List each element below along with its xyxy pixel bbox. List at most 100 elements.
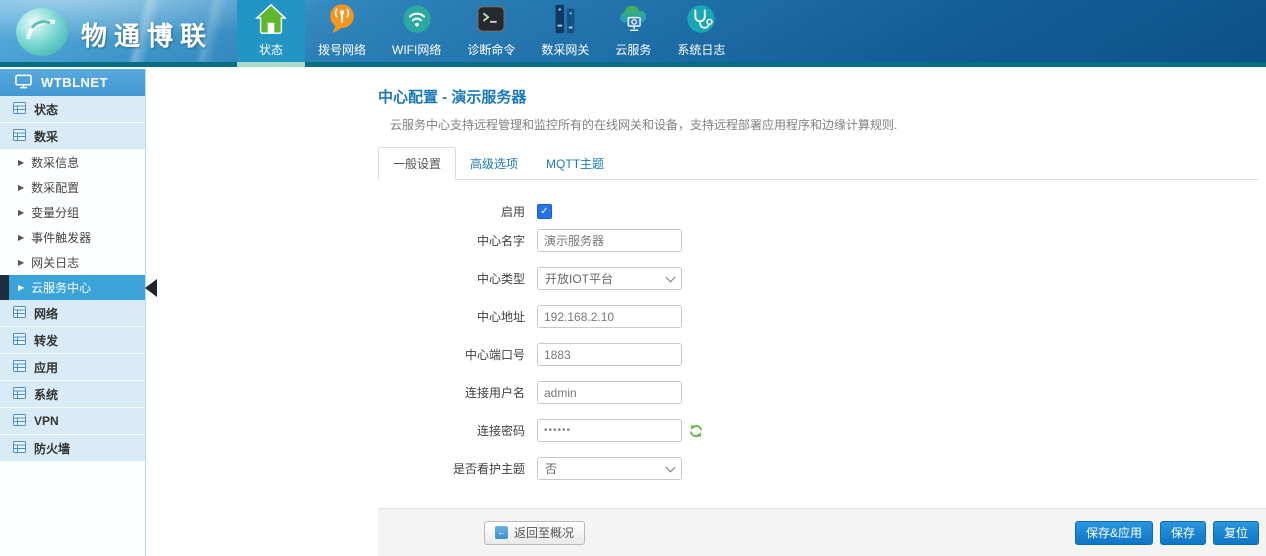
password-input[interactable] bbox=[537, 419, 682, 442]
terminal-icon bbox=[474, 0, 508, 38]
nav-item-status[interactable]: 状态 bbox=[237, 0, 305, 62]
sidebar-subitem-label: 数采配置 bbox=[31, 179, 79, 196]
sidebar-subitem-data-config[interactable]: ▶ 数采配置 bbox=[0, 175, 145, 200]
grid-icon bbox=[13, 360, 26, 375]
selected-pointer-icon bbox=[145, 279, 157, 297]
nav-label: 拨号网络 bbox=[318, 41, 366, 58]
triangle-icon: ▶ bbox=[18, 209, 24, 217]
sidebar-subitem-gateway-log[interactable]: ▶ 网关日志 bbox=[0, 250, 145, 275]
username-input[interactable] bbox=[537, 381, 682, 404]
form-row-center-type: 中心类型 开放IOT平台 bbox=[378, 267, 1266, 290]
nav-item-wifi-network[interactable]: WIFI网络 bbox=[379, 0, 454, 62]
center-port-label: 中心端口号 bbox=[378, 346, 525, 363]
form-row-center-port: 中心端口号 bbox=[378, 343, 1266, 366]
triangle-icon: ▶ bbox=[18, 259, 24, 267]
triangle-icon: ▶ bbox=[18, 234, 24, 242]
grid-icon bbox=[13, 333, 26, 348]
center-port-input[interactable] bbox=[537, 343, 682, 366]
password-label: 连接密码 bbox=[378, 422, 525, 439]
grid-icon bbox=[13, 441, 26, 456]
sidebar-filler bbox=[0, 462, 145, 556]
nav-item-diagnostic-command[interactable]: 诊断命令 bbox=[454, 0, 528, 62]
tab-bar: 一般设置 高级选项 MQTT主题 bbox=[378, 147, 1258, 180]
sidebar-item-label: 状态 bbox=[34, 101, 58, 118]
grid-icon bbox=[13, 387, 26, 402]
sidebar-subitem-label: 事件触发器 bbox=[31, 229, 91, 246]
sidebar-item-label: 数采 bbox=[34, 128, 58, 145]
nav-label: 数采网关 bbox=[541, 41, 589, 58]
stethoscope-icon bbox=[684, 0, 718, 38]
sidebar-title: WTBLNET bbox=[41, 75, 108, 90]
sidebar-item-label: 应用 bbox=[34, 359, 58, 376]
sidebar-subitem-label: 变量分组 bbox=[31, 204, 79, 221]
tab-general-settings[interactable]: 一般设置 bbox=[378, 147, 456, 180]
center-type-value: 开放IOT平台 bbox=[545, 270, 613, 287]
sidebar-item-network[interactable]: 网络 bbox=[0, 300, 145, 327]
sidebar-item-vpn[interactable]: VPN bbox=[0, 408, 145, 435]
back-to-overview-label: 返回至概况 bbox=[514, 524, 574, 541]
nav-item-system-log[interactable]: 系统日志 bbox=[664, 0, 738, 62]
brand-logo-icon bbox=[14, 6, 70, 63]
nav-item-cloud-service[interactable]: 云服务 bbox=[602, 0, 664, 62]
center-name-input[interactable] bbox=[537, 229, 682, 252]
sidebar-item-system[interactable]: 系统 bbox=[0, 381, 145, 408]
form-row-center-name: 中心名字 bbox=[378, 229, 1266, 252]
sidebar-header: WTBLNET bbox=[0, 69, 145, 96]
refresh-icon[interactable] bbox=[689, 424, 703, 438]
sidebar-item-status[interactable]: 状态 bbox=[0, 96, 145, 123]
save-button[interactable]: 保存 bbox=[1160, 521, 1206, 545]
sidebar-item-label: 系统 bbox=[34, 386, 58, 403]
nav-item-data-gateway[interactable]: 数采网关 bbox=[528, 0, 602, 62]
triangle-icon: ▶ bbox=[18, 284, 24, 292]
form-row-username: 连接用户名 bbox=[378, 381, 1266, 404]
home-icon bbox=[254, 0, 288, 38]
sidebar-item-label: 网络 bbox=[34, 305, 58, 322]
app-window: 物通博联 状态 bbox=[0, 0, 1266, 556]
nav-label: WIFI网络 bbox=[392, 41, 441, 58]
chevron-down-icon bbox=[666, 272, 676, 282]
center-address-label: 中心地址 bbox=[378, 308, 525, 325]
back-to-overview-button[interactable]: ← 返回至概况 bbox=[484, 521, 585, 545]
footer-action-bar: ← 返回至概况 保存&应用 保存 复位 bbox=[378, 508, 1266, 556]
form-row-center-address: 中心地址 bbox=[378, 305, 1266, 328]
page-title: 中心配置 - 演示服务器 bbox=[378, 86, 1266, 107]
triangle-icon: ▶ bbox=[18, 184, 24, 192]
sidebar-item-forward[interactable]: 转发 bbox=[0, 327, 145, 354]
sidebar-subitem-data-info[interactable]: ▶ 数采信息 bbox=[0, 150, 145, 175]
sidebar-item-label: 转发 bbox=[34, 332, 58, 349]
grid-icon bbox=[13, 306, 26, 321]
brand-name: 物通博联 bbox=[81, 16, 213, 53]
sidebar-subitem-event-trigger[interactable]: ▶ 事件触发器 bbox=[0, 225, 145, 250]
reset-button[interactable]: 复位 bbox=[1213, 521, 1259, 545]
chevron-down-icon bbox=[666, 462, 676, 472]
sidebar-subitem-variable-group[interactable]: ▶ 变量分组 bbox=[0, 200, 145, 225]
sidebar-subitem-label: 网关日志 bbox=[31, 254, 79, 271]
triangle-icon: ▶ bbox=[18, 159, 24, 167]
sidebar-item-application[interactable]: 应用 bbox=[0, 354, 145, 381]
sidebar-item-label: VPN bbox=[34, 414, 59, 428]
guard-topic-select[interactable]: 否 bbox=[537, 457, 682, 480]
username-label: 连接用户名 bbox=[378, 384, 525, 401]
enable-checkbox[interactable]: ✓ bbox=[537, 204, 552, 219]
top-header: 物通博联 状态 bbox=[0, 0, 1266, 67]
tab-mqtt-topics[interactable]: MQTT主题 bbox=[532, 148, 618, 179]
nav-label: 状态 bbox=[259, 41, 283, 58]
center-type-select[interactable]: 开放IOT平台 bbox=[537, 267, 682, 290]
center-type-label: 中心类型 bbox=[378, 270, 525, 287]
save-and-apply-button[interactable]: 保存&应用 bbox=[1075, 521, 1153, 545]
sidebar-subitem-cloud-service-center[interactable]: ▶ 云服务中心 bbox=[0, 275, 145, 300]
sidebar-item-firewall[interactable]: 防火墙 bbox=[0, 435, 145, 462]
gateway-icon bbox=[548, 0, 582, 38]
center-address-input[interactable] bbox=[537, 305, 682, 328]
nav-item-dialup-network[interactable]: 拨号网络 bbox=[305, 0, 379, 62]
brand-logo: 物通博联 bbox=[14, 6, 213, 63]
tab-advanced-options[interactable]: 高级选项 bbox=[456, 148, 532, 179]
enable-label: 启用 bbox=[378, 203, 525, 220]
guard-topic-value: 否 bbox=[545, 460, 557, 477]
sidebar-item-label: 防火墙 bbox=[34, 440, 70, 457]
grid-icon bbox=[13, 129, 26, 144]
left-arrow-icon: ← bbox=[495, 526, 508, 539]
sidebar-item-data-collection[interactable]: 数采 bbox=[0, 123, 145, 150]
active-nav-underline bbox=[237, 62, 305, 67]
top-nav: 状态 拨号网络 bbox=[237, 0, 738, 62]
